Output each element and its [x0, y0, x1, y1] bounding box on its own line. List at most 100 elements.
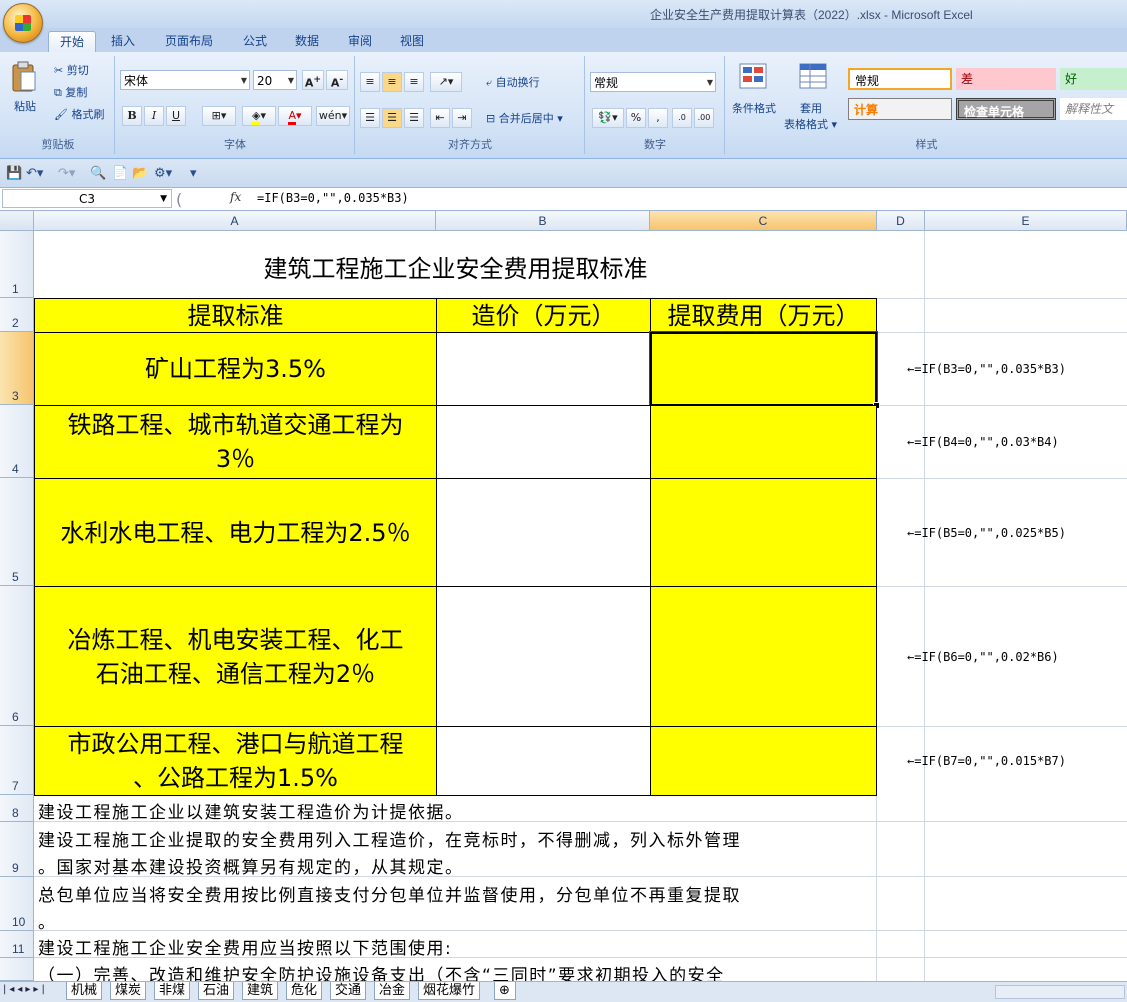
cost-cell[interactable]	[436, 478, 651, 587]
tab-review[interactable]: 审阅	[340, 31, 380, 52]
style-explanatory[interactable]: 解释性文	[1060, 98, 1127, 120]
formula-note[interactable]: ←=IF(B3=0,"",0.035*B3)	[907, 362, 1066, 376]
row-header[interactable]: 9	[0, 822, 34, 877]
format-painter-button[interactable]: 🖌 格式刷	[54, 106, 104, 122]
new-file-icon[interactable]: 📄	[112, 166, 128, 181]
formula-note[interactable]: ←=IF(B7=0,"",0.015*B7)	[907, 754, 1066, 768]
row-header[interactable]: 6	[0, 586, 34, 726]
number-format-combo[interactable]: 常规 ▼	[590, 72, 716, 92]
style-calculation[interactable]: 计算	[848, 98, 952, 120]
paste-button[interactable]: 粘贴	[14, 98, 36, 114]
row-header[interactable]: 3	[0, 332, 34, 405]
borders-button[interactable]: ⊞▾	[202, 106, 236, 126]
fee-cell-selected[interactable]	[649, 331, 878, 407]
sheet-title[interactable]: 建筑工程施工企业安全费用提取标准	[34, 231, 877, 298]
tab-view[interactable]: 视图	[392, 31, 432, 52]
redo-icon[interactable]: ↷▾	[58, 166, 75, 181]
copy-button[interactable]: ⧉ 复制	[54, 84, 87, 100]
italic-button[interactable]: I	[144, 106, 164, 126]
cost-cell[interactable]	[436, 726, 651, 796]
header-standard[interactable]: 提取标准	[34, 298, 437, 333]
sheet-tab[interactable]: 煤炭	[110, 982, 147, 1000]
align-left-icon[interactable]: ☰	[360, 108, 380, 128]
fee-cell[interactable]	[650, 726, 877, 796]
formula-note[interactable]: ←=IF(B4=0,"",0.03*B4)	[907, 435, 1059, 449]
formula-input[interactable]: =IF(B3=0,"",0.035*B3)	[257, 191, 409, 205]
row-header[interactable]: 7	[0, 726, 34, 795]
header-fee[interactable]: 提取费用（万元）	[650, 298, 877, 333]
standard-cell[interactable]: 铁路工程、城市轨道交通工程为 3％	[34, 405, 437, 479]
standard-cell[interactable]: 冶炼工程、机电安装工程、化工 石油工程、通信工程为2％	[34, 586, 437, 727]
increase-decimal-icon[interactable]: .0	[672, 108, 692, 128]
sheet-tab[interactable]: 机械	[66, 982, 103, 1000]
row-header[interactable]	[0, 958, 34, 981]
tab-page-layout[interactable]: 页面布局	[158, 31, 220, 52]
cost-cell[interactable]	[436, 332, 651, 406]
fee-cell[interactable]	[650, 478, 877, 587]
tab-insert[interactable]: 插入	[103, 31, 143, 52]
tab-data[interactable]: 数据	[287, 31, 327, 52]
sheet-tab[interactable]: 石油	[198, 982, 235, 1000]
open-file-icon[interactable]: 📂	[132, 166, 148, 181]
undo-icon[interactable]: ↶▾	[26, 166, 43, 181]
sheet-nav-arrows[interactable]: |◂◂▸▸|	[3, 984, 48, 995]
comma-button[interactable]: ,	[648, 108, 668, 128]
fee-cell[interactable]	[650, 586, 877, 727]
row-header[interactable]: 11	[0, 931, 34, 958]
merge-center-button[interactable]: ⊟ 合并后居中 ▾	[486, 110, 563, 126]
conditional-format-button[interactable]: 条件格式	[732, 100, 776, 116]
column-header-a[interactable]: A	[34, 211, 436, 231]
column-header-c[interactable]: C	[650, 211, 877, 231]
sheet-tab[interactable]: 危化	[286, 982, 323, 1000]
bold-button[interactable]: B	[122, 106, 142, 126]
currency-icon[interactable]: 💱▾	[592, 108, 624, 128]
shrink-font-button[interactable]: A-	[326, 70, 348, 90]
row-header[interactable]: 4	[0, 405, 34, 478]
sheet-tab-active[interactable]: 建筑	[242, 982, 279, 1000]
header-cost[interactable]: 造价（万元）	[436, 298, 651, 333]
fee-cell[interactable]	[650, 405, 877, 479]
print-preview-icon[interactable]: 🔍	[90, 166, 106, 181]
cost-cell[interactable]	[436, 405, 651, 479]
formula-note[interactable]: ←=IF(B6=0,"",0.02*B6)	[907, 650, 1059, 664]
sheet-tab[interactable]: 交通	[330, 982, 367, 1000]
row-header[interactable]: 8	[0, 795, 34, 822]
insert-sheet-icon[interactable]: ⊕	[494, 982, 516, 1000]
horizontal-scrollbar[interactable]	[995, 985, 1125, 999]
decrease-indent-icon[interactable]: ⇤	[430, 108, 450, 128]
customize-qat-icon[interactable]: ▾	[190, 166, 197, 181]
formula-note[interactable]: ←=IF(B5=0,"",0.025*B5)	[907, 526, 1066, 540]
tab-formulas[interactable]: 公式	[235, 31, 275, 52]
note-text[interactable]: （一）完善、改造和维护安全防护设施设备支出（不含“三同时”要求初期投入的安全	[38, 961, 725, 981]
paste-icon[interactable]	[10, 60, 40, 92]
align-bottom-icon[interactable]: ≡	[404, 72, 424, 92]
align-middle-icon[interactable]: ≡	[382, 72, 402, 92]
insert-function-icon[interactable]: fx	[230, 190, 241, 204]
align-center-icon[interactable]: ☰	[382, 108, 402, 128]
orientation-icon[interactable]: ↗▾	[430, 72, 462, 92]
sheet-tab[interactable]: 非煤	[154, 982, 191, 1000]
style-bad[interactable]: 差	[956, 68, 1056, 90]
align-top-icon[interactable]: ≡	[360, 72, 380, 92]
name-box[interactable]: C3 ▼	[2, 189, 172, 208]
note-text[interactable]: 总包单位应当将安全费用按比例直接支付分包单位并监督使用，分包单位不再重复提取	[38, 881, 741, 906]
decrease-decimal-icon[interactable]: .00	[694, 108, 714, 128]
row-header[interactable]: 10	[0, 877, 34, 931]
table-format-button[interactable]: 套用	[800, 100, 822, 116]
standard-cell[interactable]: 市政公用工程、港口与航道工程 、公路工程为1.5%	[34, 726, 437, 796]
tab-home[interactable]: 开始	[48, 31, 96, 53]
column-header-d[interactable]: D	[877, 211, 925, 231]
style-check-cell[interactable]: 检查单元格	[956, 98, 1056, 120]
sheet-tab[interactable]: 烟花爆竹	[418, 982, 481, 1000]
wrap-text-button[interactable]: ⤶ 自动换行	[486, 74, 540, 90]
select-all-corner[interactable]	[0, 211, 34, 231]
sheet-tab[interactable]: 冶金	[374, 982, 411, 1000]
cost-cell[interactable]	[436, 586, 651, 727]
underline-button[interactable]: U	[166, 106, 186, 126]
standard-cell[interactable]: 矿山工程为3.5%	[34, 332, 437, 406]
row-header[interactable]: 5	[0, 478, 34, 586]
cut-button[interactable]: ✂ 剪切	[54, 62, 89, 78]
table-format-icon[interactable]	[798, 62, 828, 93]
save-icon[interactable]: 💾	[6, 166, 22, 181]
style-good[interactable]: 好	[1060, 68, 1127, 90]
